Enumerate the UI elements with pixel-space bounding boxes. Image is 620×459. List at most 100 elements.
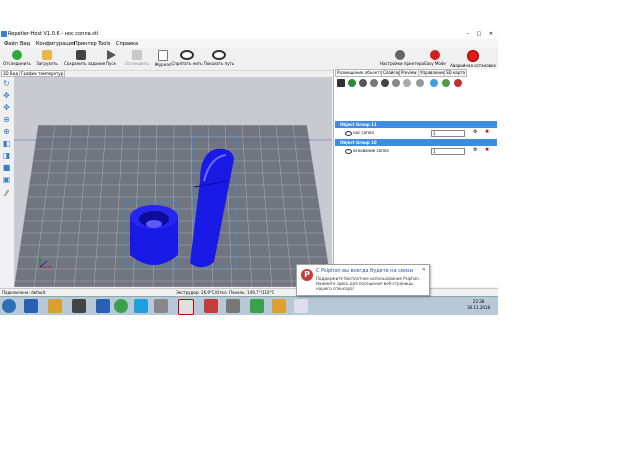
- center-icon[interactable]: [381, 79, 389, 87]
- taskbar-app-icon[interactable]: [294, 299, 308, 313]
- menu-bar: Файл Вид Конфигурация Принтер Tools Спра…: [0, 39, 498, 48]
- gear-icon[interactable]: ⚙: [473, 147, 477, 154]
- print-bed-scene: [14, 124, 332, 287]
- visibility-eye-icon[interactable]: [345, 131, 352, 136]
- taskbar-app-icon[interactable]: [226, 299, 240, 313]
- psiphon-notification[interactable]: P С Psiphon вы всегда будете на связи По…: [296, 264, 430, 296]
- object-group-11[interactable]: Object Group 11: [335, 121, 497, 128]
- move-object-icon[interactable]: ✥: [2, 103, 11, 112]
- extruder-select[interactable]: 1: [431, 148, 465, 155]
- toolbar: Отсоединить Загрузить Сохранить задание …: [0, 48, 498, 71]
- hide-filament-button[interactable]: Спрятать нить: [170, 50, 204, 70]
- menu-config[interactable]: Конфигурация: [36, 41, 75, 47]
- tab-sd-card[interactable]: SD карта: [444, 69, 468, 77]
- 3d-viewport[interactable]: [14, 77, 332, 287]
- menu-file[interactable]: Файл: [4, 41, 18, 47]
- taskbar-app-icon[interactable]: [96, 299, 110, 313]
- taskbar: 22:38 30.11.2018: [0, 296, 498, 315]
- notification-title: С Psiphon вы всегда будете на связи: [316, 268, 413, 274]
- emergency-stop-button[interactable]: Аварийная остановка: [450, 50, 496, 70]
- easy-mode-icon: [430, 50, 440, 60]
- tab-object-placement[interactable]: Размещение объекта: [335, 69, 385, 77]
- connect-icon: [12, 50, 22, 60]
- extruder-select[interactable]: 1: [431, 130, 465, 137]
- taskbar-app-icon[interactable]: [114, 299, 128, 313]
- object-group-10[interactable]: Object Group 10: [335, 139, 497, 146]
- rotate-object-icon[interactable]: [403, 79, 411, 87]
- object-name: нос сопла: [353, 130, 374, 135]
- delete-icon[interactable]: ✖: [485, 129, 489, 136]
- taskbar-app-icon[interactable]: [154, 299, 168, 313]
- menu-tools[interactable]: Tools: [98, 41, 110, 47]
- taskbar-app-icon[interactable]: [272, 299, 286, 313]
- taskbar-app-icon[interactable]: [24, 299, 38, 313]
- disconnect-button[interactable]: Отсоединить: [0, 50, 34, 70]
- eye-icon: [212, 50, 226, 60]
- delete-icon[interactable]: ✖: [485, 147, 489, 154]
- system-clock[interactable]: 22:38 30.11.2018: [467, 299, 490, 311]
- object-row[interactable]: нос сопла 1 ⚙ ✖: [335, 129, 497, 137]
- autoposition-icon[interactable]: [370, 79, 378, 87]
- land-icon[interactable]: [442, 79, 450, 87]
- maximize-button[interactable]: □: [476, 31, 484, 37]
- load-button[interactable]: Загрузить: [30, 50, 64, 70]
- view-tools: ↻ ✥ ✥ ⊕ ⊕ ◧ ◨ ■ ▣ ⁄⁄: [0, 77, 13, 287]
- emergency-stop-icon: [467, 50, 479, 62]
- object-placement-panel: Размещение объекта Слайсер Preview Управ…: [333, 69, 499, 287]
- close-icon[interactable]: ✕: [422, 267, 426, 273]
- rotate-icon[interactable]: ↻: [2, 79, 11, 88]
- menu-help[interactable]: Справка: [116, 41, 138, 47]
- log-icon: [158, 50, 168, 61]
- visibility-eye-icon[interactable]: [345, 149, 352, 154]
- view-iso-icon[interactable]: ▣: [2, 175, 11, 184]
- menu-printer[interactable]: Принтер: [74, 41, 97, 47]
- start-button[interactable]: [2, 299, 16, 313]
- eye-icon: [180, 50, 194, 60]
- menu-view[interactable]: Вид: [20, 41, 30, 47]
- stop-icon: [132, 50, 142, 60]
- cut-icon[interactable]: [430, 79, 438, 87]
- taskbar-app-icon[interactable]: [250, 299, 264, 313]
- taskbar-app-icon[interactable]: [72, 299, 86, 313]
- easy-mode-button[interactable]: Easy Mode: [420, 50, 450, 70]
- app-window: Repetier-Host V1.0.6 - нос сопла.stl – □…: [0, 30, 499, 297]
- tab-control[interactable]: Управление: [418, 69, 448, 77]
- move-icon[interactable]: ✥: [2, 91, 11, 100]
- add-object-icon[interactable]: [348, 79, 356, 87]
- gear-icon[interactable]: ⚙: [473, 129, 477, 136]
- taskbar-app-icon[interactable]: [134, 299, 148, 313]
- object-name: основание сопла: [353, 148, 389, 153]
- model-nozzle-base[interactable]: [125, 201, 179, 267]
- connection-status: Подключено: default: [2, 290, 46, 295]
- tab-3d-view[interactable]: 3D Вид: [1, 70, 21, 77]
- minimize-button[interactable]: –: [466, 31, 472, 37]
- title-bar: Repetier-Host V1.0.6 - нос сопла.stl – □…: [0, 30, 498, 39]
- left-tabs: 3D Вид График температур: [0, 69, 332, 77]
- view-side-icon[interactable]: ◨: [2, 151, 11, 160]
- window-title: Repetier-Host V1.0.6 - нос сопла.stl: [8, 31, 99, 37]
- zoom-icon[interactable]: ⊕: [2, 115, 11, 124]
- show-path-button[interactable]: Показать путь: [202, 50, 236, 70]
- mirror-icon[interactable]: [416, 79, 424, 87]
- close-button[interactable]: ✕: [489, 31, 496, 37]
- save-job-icon: [76, 50, 86, 60]
- remove-icon[interactable]: [454, 79, 462, 87]
- gear-icon: [395, 50, 405, 60]
- taskbar-app-icon[interactable]: [48, 299, 62, 313]
- zoom-in-icon[interactable]: ⊕: [2, 127, 11, 136]
- copy-icon[interactable]: [359, 79, 367, 87]
- printer-settings-button[interactable]: Настройки принтера: [380, 50, 424, 70]
- play-icon: [106, 50, 116, 60]
- save-job-button[interactable]: Сохранить задание: [64, 50, 105, 70]
- tab-preview[interactable]: Preview: [399, 69, 419, 77]
- tab-temperature-chart[interactable]: График температур: [19, 70, 66, 77]
- save-icon[interactable]: [337, 79, 345, 87]
- scale-icon[interactable]: [392, 79, 400, 87]
- view-top-icon[interactable]: ■: [2, 163, 11, 172]
- view-front-icon[interactable]: ◧: [2, 139, 11, 148]
- object-row[interactable]: основание сопла 1 ⚙ ✖: [335, 147, 497, 155]
- slash-icon[interactable]: ⁄⁄: [2, 189, 11, 198]
- taskbar-app-icon[interactable]: [178, 299, 194, 315]
- notification-body: Поддержите бесплатное использование Psip…: [316, 276, 421, 291]
- taskbar-app-icon[interactable]: [204, 299, 218, 313]
